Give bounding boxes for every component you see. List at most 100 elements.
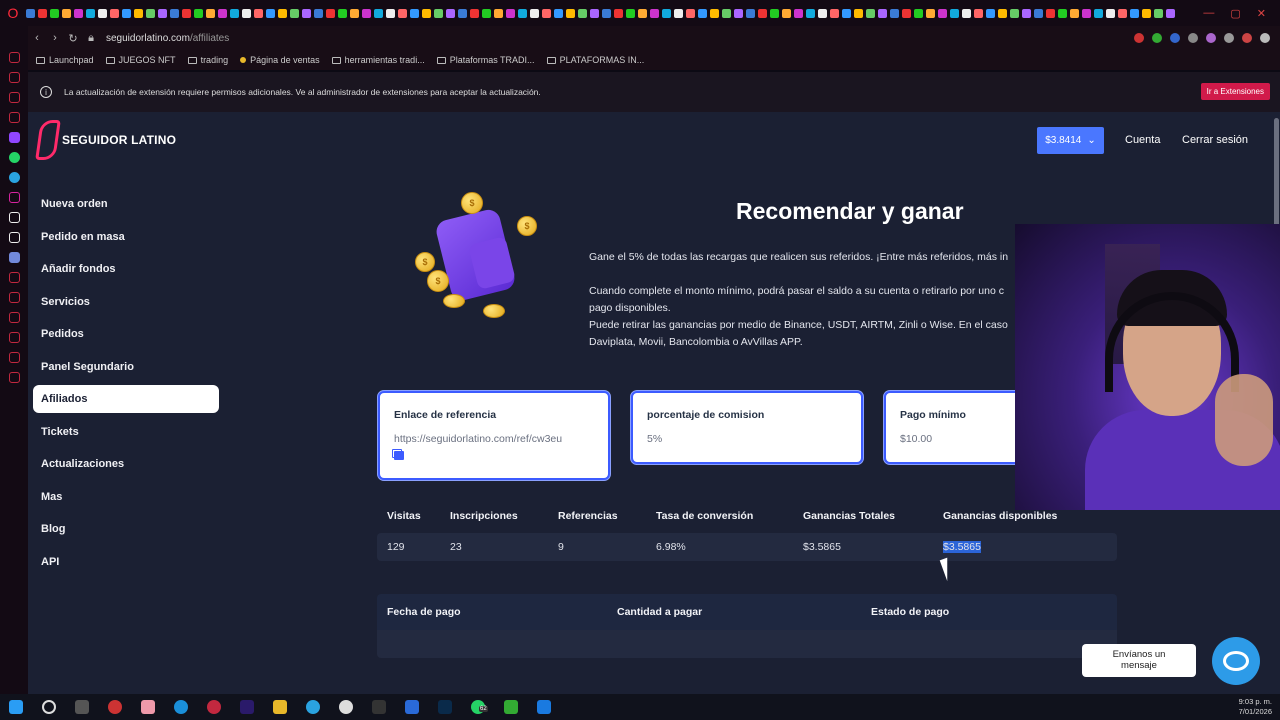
whatsapp-icon[interactable] xyxy=(8,152,20,163)
tab-favicon-icon[interactable] xyxy=(26,8,35,18)
bookmark-item[interactable]: Plataformas TRADI... xyxy=(436,55,535,65)
tab-favicon-icon[interactable] xyxy=(518,8,527,18)
capcut-icon[interactable] xyxy=(372,700,386,714)
tab-favicon-icon[interactable] xyxy=(650,8,659,18)
tab-favicon-icon[interactable] xyxy=(470,8,479,18)
tab-favicon-icon[interactable] xyxy=(122,8,131,18)
extension-icon[interactable] xyxy=(1188,33,1198,43)
logout-link[interactable]: Cerrar sesión xyxy=(1182,134,1248,146)
tab-favicon-icon[interactable] xyxy=(410,8,419,18)
sidebar-app-icon[interactable] xyxy=(8,92,20,103)
go-to-extensions-button[interactable]: Ir a Extensiones xyxy=(1200,83,1270,100)
tab-favicon-icon[interactable] xyxy=(170,8,179,18)
tab-favicon-icon[interactable] xyxy=(494,8,503,18)
tab-favicon-icon[interactable] xyxy=(638,8,647,18)
tab-favicon-icon[interactable] xyxy=(1082,8,1091,18)
sidebar-app-icon[interactable] xyxy=(8,272,20,283)
tab-favicon-icon[interactable] xyxy=(338,8,347,18)
tiktok-icon[interactable] xyxy=(8,212,20,223)
menu-icon[interactable] xyxy=(1260,33,1270,43)
tab-favicon-icon[interactable] xyxy=(242,8,251,18)
tab-favicon-icon[interactable] xyxy=(530,8,539,18)
tab-favicon-icon[interactable] xyxy=(902,8,911,18)
bookmark-item[interactable]: JUEGOS NFT xyxy=(105,55,176,65)
extension-icon[interactable] xyxy=(1170,33,1180,43)
sidebar-item-tickets[interactable]: Tickets xyxy=(33,418,219,446)
tab-favicon-icon[interactable] xyxy=(1010,8,1019,18)
instagram-icon[interactable] xyxy=(8,192,20,203)
tab-favicon-icon[interactable] xyxy=(950,8,959,18)
forward-icon[interactable]: › xyxy=(46,32,64,44)
chrome-icon[interactable] xyxy=(339,700,353,714)
tab-favicon-icon[interactable] xyxy=(686,8,695,18)
sidebar-item-nueva-orden[interactable]: Nueva orden xyxy=(33,190,219,218)
app-icon[interactable] xyxy=(405,700,419,714)
sidebar-app-icon[interactable] xyxy=(8,312,20,323)
tab-favicon-icon[interactable] xyxy=(542,8,551,18)
tab-favicon-icon[interactable] xyxy=(446,8,455,18)
tab-favicon-icon[interactable] xyxy=(926,8,935,18)
tab-favicon-icon[interactable] xyxy=(398,8,407,18)
sidebar-app-icon[interactable] xyxy=(8,52,20,63)
tab-favicon-icon[interactable] xyxy=(290,8,299,18)
tab-favicon-icon[interactable] xyxy=(830,8,839,18)
opera-icon[interactable] xyxy=(207,700,221,714)
tab-favicon-icon[interactable] xyxy=(578,8,587,18)
tab-favicon-icon[interactable] xyxy=(746,8,755,18)
close-icon[interactable]: ✕ xyxy=(1257,7,1266,20)
tab-favicon-icon[interactable] xyxy=(458,8,467,18)
sidebar-app-icon[interactable] xyxy=(8,72,20,83)
sidebar-item-anadir-fondos[interactable]: Añadir fondos xyxy=(33,255,219,283)
tab-favicon-icon[interactable] xyxy=(374,8,383,18)
system-clock[interactable]: 9:03 p. m. 7/01/2026 xyxy=(1239,697,1272,717)
url-field[interactable]: seguidorlatino.com/affiliates xyxy=(106,33,229,44)
tab-favicon-icon[interactable] xyxy=(134,8,143,18)
tab-favicon-icon[interactable] xyxy=(602,8,611,18)
sidebar-item-servicios[interactable]: Servicios xyxy=(33,288,219,316)
discord-icon[interactable] xyxy=(8,252,20,263)
bookmark-item[interactable]: Launchpad xyxy=(36,55,94,65)
tab-favicon-icon[interactable] xyxy=(674,8,683,18)
sidebar-item-afiliados[interactable]: Afiliados xyxy=(33,385,219,413)
tab-favicon-icon[interactable] xyxy=(866,8,875,18)
sidebar-item-api[interactable]: API xyxy=(33,548,219,576)
windows-start-icon[interactable] xyxy=(9,700,23,714)
sidebar-item-pedido-en-masa[interactable]: Pedido en masa xyxy=(33,223,219,251)
tab-favicon-icon[interactable] xyxy=(998,8,1007,18)
tab-favicon-icon[interactable] xyxy=(1118,8,1127,18)
account-link[interactable]: Cuenta xyxy=(1125,134,1160,146)
extension-icon[interactable] xyxy=(1242,33,1252,43)
tab-favicon-icon[interactable] xyxy=(1106,8,1115,18)
tab-favicon-icon[interactable] xyxy=(758,8,767,18)
tab-favicon-icon[interactable] xyxy=(158,8,167,18)
tab-favicon-icon[interactable] xyxy=(1094,8,1103,18)
extension-icon[interactable] xyxy=(1206,33,1216,43)
bookmark-item[interactable]: herramientas tradi... xyxy=(331,55,425,65)
reload-icon[interactable]: ↻ xyxy=(64,32,82,45)
tab-favicon-icon[interactable] xyxy=(422,8,431,18)
tab-favicon-icon[interactable] xyxy=(482,8,491,18)
tab-favicon-icon[interactable] xyxy=(1022,8,1031,18)
extension-icon[interactable] xyxy=(1134,33,1144,43)
edge-icon[interactable] xyxy=(174,700,188,714)
tab-favicon-icon[interactable] xyxy=(1058,8,1067,18)
extension-icon[interactable] xyxy=(1152,33,1162,43)
tab-favicon-icon[interactable] xyxy=(218,8,227,18)
tab-favicon-icon[interactable] xyxy=(74,8,83,18)
opera-logo-icon[interactable]: O xyxy=(0,0,26,26)
tab-favicon-icon[interactable] xyxy=(1166,8,1175,18)
tab-favicon-icon[interactable] xyxy=(914,8,923,18)
tab-favicon-icon[interactable] xyxy=(722,8,731,18)
tab-favicon-icon[interactable] xyxy=(734,8,743,18)
tab-favicon-icon[interactable] xyxy=(1142,8,1151,18)
tab-favicon-icon[interactable] xyxy=(710,8,719,18)
tab-favicon-icon[interactable] xyxy=(1070,8,1079,18)
telegram-icon[interactable] xyxy=(8,172,20,183)
telegram-icon[interactable] xyxy=(306,700,320,714)
sidebar-app-icon[interactable] xyxy=(8,352,20,363)
task-view-icon[interactable] xyxy=(75,700,89,714)
tab-favicon-icon[interactable] xyxy=(1046,8,1055,18)
tab-favicon-icon[interactable] xyxy=(890,8,899,18)
tab-favicon-icon[interactable] xyxy=(254,8,263,18)
tab-favicon-icon[interactable] xyxy=(794,8,803,18)
